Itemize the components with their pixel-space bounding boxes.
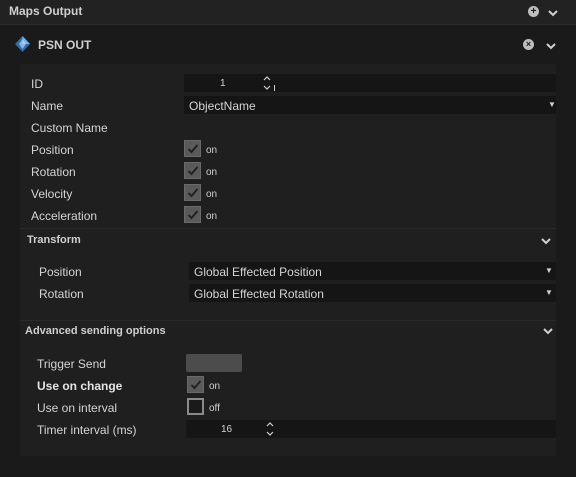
id-value[interactable]: 1 xyxy=(220,78,226,89)
id-stepper-icon[interactable] xyxy=(263,75,271,91)
transform-position-label: Position xyxy=(39,265,82,279)
chevron-down-icon[interactable] xyxy=(543,326,553,336)
psn-out-header: PSN OUT × xyxy=(0,33,576,57)
timer-interval-label: Timer interval (ms) xyxy=(37,423,137,437)
use-on-change-state: on xyxy=(209,381,221,392)
use-on-interval-label: Use on interval xyxy=(37,401,118,415)
remove-icon[interactable]: × xyxy=(523,39,534,50)
position-checkbox[interactable] xyxy=(184,140,201,157)
dropdown-caret-icon[interactable]: ▼ xyxy=(545,288,553,297)
trigger-send-label: Trigger Send xyxy=(37,357,106,371)
transform-position-value[interactable]: Global Effected Position xyxy=(194,265,322,279)
position-state: on xyxy=(206,145,218,156)
rotation-state: on xyxy=(206,167,218,178)
use-on-interval-checkbox[interactable] xyxy=(187,398,204,415)
timer-interval-field[interactable] xyxy=(186,420,556,438)
chevron-down-icon[interactable] xyxy=(541,236,551,246)
use-on-change-label: Use on change xyxy=(37,379,123,393)
use-on-change-checkbox[interactable] xyxy=(187,376,204,393)
velocity-state: on xyxy=(206,189,218,200)
maps-output-header: Maps Output + xyxy=(0,0,576,25)
acceleration-label: Acceleration xyxy=(31,209,98,223)
advanced-title: Advanced sending options xyxy=(25,325,166,337)
acceleration-state: on xyxy=(206,211,218,222)
transform-rotation-label: Rotation xyxy=(39,287,84,301)
transform-title: Transform xyxy=(27,234,81,246)
name-value[interactable]: ObjectName xyxy=(189,99,256,113)
timer-interval-value[interactable]: 16 xyxy=(221,424,232,435)
velocity-checkbox[interactable] xyxy=(184,184,201,201)
add-icon[interactable]: + xyxy=(528,6,539,17)
dropdown-caret-icon[interactable]: ▼ xyxy=(545,266,553,275)
transform-section-header[interactable]: Transform xyxy=(20,229,556,251)
psn-logo-icon xyxy=(15,36,30,52)
velocity-label: Velocity xyxy=(31,187,73,201)
name-label: Name xyxy=(31,99,64,113)
transform-rotation-value[interactable]: Global Effected Rotation xyxy=(194,287,324,301)
position-label: Position xyxy=(31,143,74,157)
id-field[interactable] xyxy=(184,74,556,92)
plugin-title: PSN OUT xyxy=(38,38,92,52)
chevron-down-icon[interactable] xyxy=(546,41,556,51)
custom-name-label: Custom Name xyxy=(31,121,108,135)
chevron-down-icon[interactable] xyxy=(548,8,558,18)
advanced-section-header[interactable]: Advanced sending options xyxy=(20,320,556,342)
text-cursor xyxy=(274,85,275,91)
rotation-label: Rotation xyxy=(31,165,76,179)
acceleration-checkbox[interactable] xyxy=(184,206,201,223)
trigger-send-button[interactable] xyxy=(186,354,242,372)
use-on-interval-state: off xyxy=(209,403,220,414)
id-label: ID xyxy=(31,77,43,91)
dropdown-caret-icon[interactable]: ▼ xyxy=(548,100,556,109)
rotation-checkbox[interactable] xyxy=(184,162,201,179)
header-title: Maps Output xyxy=(9,4,83,18)
timer-stepper-icon[interactable] xyxy=(266,421,274,437)
